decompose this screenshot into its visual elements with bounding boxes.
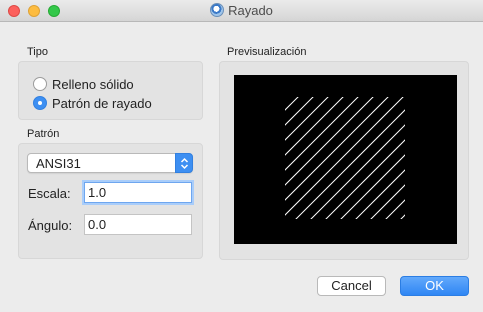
- hatch-line: [370, 184, 405, 219]
- window-title-container: Rayado: [0, 3, 483, 18]
- preview-section-label: Previsualización: [227, 46, 307, 58]
- radio-label: Patrón de rayado: [52, 95, 152, 111]
- pattern-select-value: ANSI31: [36, 156, 81, 171]
- cancel-button[interactable]: Cancel: [317, 276, 386, 296]
- angulo-input[interactable]: [84, 214, 192, 235]
- hatch-line: [285, 97, 374, 186]
- hatch-line: [340, 154, 405, 219]
- angulo-label: Ángulo:: [28, 218, 73, 233]
- escala-label: Escala:: [28, 186, 71, 201]
- pattern-select[interactable]: ANSI31: [27, 153, 193, 173]
- radio-label: Relleno sólido: [52, 76, 134, 92]
- radio-patron-de-rayado[interactable]: Patrón de rayado: [33, 94, 152, 112]
- hatch-preview-pattern: [234, 87, 405, 229]
- hatch-line: [234, 87, 278, 229]
- hatch-line: [325, 139, 405, 219]
- radio-button-icon[interactable]: [33, 77, 47, 91]
- title-bar: Rayado: [0, 0, 483, 22]
- escala-input[interactable]: [84, 182, 192, 203]
- hatch-line: [234, 87, 263, 229]
- hatch-line: [295, 109, 405, 219]
- hatch-line: [285, 97, 389, 201]
- radio-button-selected-icon[interactable]: [33, 96, 47, 110]
- hatch-line: [310, 124, 405, 219]
- hatch-line: [285, 97, 314, 126]
- ok-button[interactable]: OK: [400, 276, 469, 296]
- patron-section-label: Patrón: [27, 128, 60, 140]
- hatch-line: [285, 97, 344, 156]
- hatch-line: [385, 199, 405, 219]
- hatch-line: [234, 87, 293, 229]
- hatch-preview: [234, 75, 457, 244]
- qgis-app-icon: [210, 3, 225, 17]
- radio-relleno-solido[interactable]: Relleno sólido: [33, 75, 134, 93]
- tipo-section-label: Tipo: [27, 46, 48, 58]
- updown-chevron-icon[interactable]: [175, 153, 193, 173]
- window-title: Rayado: [228, 3, 273, 18]
- hatch-line: [400, 214, 405, 219]
- hatch-line: [285, 97, 404, 216]
- hatch-line: [234, 87, 248, 229]
